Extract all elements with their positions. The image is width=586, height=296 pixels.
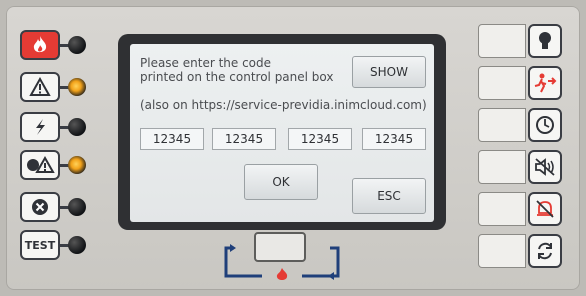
evacuation-icon <box>534 73 557 93</box>
test-led <box>68 236 86 254</box>
code-field-4[interactable]: 12345 <box>362 128 426 150</box>
code-field-3[interactable]: 12345 <box>288 128 352 150</box>
disabled-warning-button[interactable] <box>20 150 60 180</box>
fire-led <box>68 36 86 54</box>
right-button-6[interactable] <box>478 234 526 268</box>
right-button-1[interactable] <box>478 24 526 58</box>
fault-led <box>68 118 86 136</box>
code-field-1[interactable]: 12345 <box>140 128 204 150</box>
mute-icon <box>535 158 555 176</box>
right-button-3[interactable] <box>478 108 526 142</box>
ok-button[interactable]: OK <box>244 164 318 200</box>
url-note: (also on https://service-previdia.inimcl… <box>140 98 427 112</box>
warning-button[interactable] <box>20 72 60 102</box>
code-field-2[interactable]: 12345 <box>212 128 276 150</box>
esc-button[interactable]: ESC <box>352 178 426 214</box>
right-button-2[interactable] <box>478 66 526 100</box>
disabled-warning-icon <box>27 155 55 173</box>
lightbulb-button[interactable] <box>528 24 562 58</box>
reset-button[interactable] <box>528 234 562 268</box>
menu-button[interactable] <box>254 232 306 262</box>
fire-button[interactable] <box>20 30 60 60</box>
clock-button[interactable] <box>528 108 562 142</box>
prompt-line-2: printed on the control panel box <box>140 70 334 84</box>
alarm-silence-icon <box>536 200 554 218</box>
lightbulb-icon <box>539 32 551 49</box>
exclusion-led <box>68 198 86 216</box>
reset-icon <box>538 242 552 260</box>
warning-icon <box>29 77 51 96</box>
fire-icon <box>33 36 47 53</box>
prompt-line-1: Please enter the code <box>140 56 272 70</box>
show-button[interactable]: SHOW <box>352 56 426 88</box>
exclusion-button[interactable] <box>20 192 60 222</box>
exclusion-icon <box>32 199 48 215</box>
evacuation-button[interactable] <box>528 66 562 100</box>
alarm-silence-button[interactable] <box>528 192 562 226</box>
warning-led <box>68 78 86 96</box>
mute-button[interactable] <box>528 150 562 184</box>
fault-button[interactable] <box>20 112 60 142</box>
clock-icon <box>536 116 554 134</box>
test-button[interactable]: TEST <box>20 230 60 260</box>
right-button-4[interactable] <box>478 150 526 184</box>
disabled-warning-led <box>68 156 86 174</box>
fault-icon <box>36 119 45 135</box>
right-button-5[interactable] <box>478 192 526 226</box>
test-label: TEST <box>24 238 56 252</box>
